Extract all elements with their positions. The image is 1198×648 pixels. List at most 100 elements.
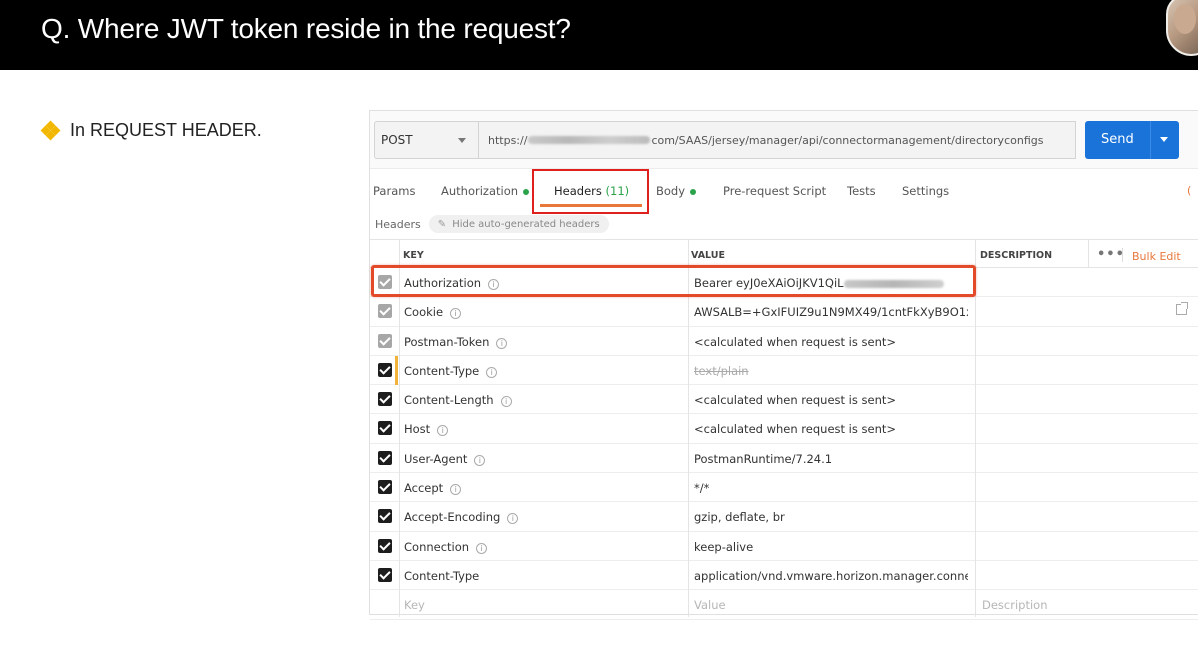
row-checkbox[interactable] — [378, 362, 392, 377]
send-options-chevron-icon[interactable] — [1160, 137, 1168, 142]
info-icon[interactable]: i — [496, 337, 508, 349]
value-input[interactable]: Value — [694, 598, 726, 612]
table-row: Cookie i AWSALB=+GxIFUIZ9u1N9MX49/1cntFkXy… — [370, 297, 1198, 327]
tab-pre-request-label: Pre-request Script — [723, 184, 827, 198]
header-value[interactable]: */* — [694, 481, 968, 495]
info-icon[interactable]: i — [474, 454, 486, 466]
header-value[interactable]: <calculated when request is sent> — [694, 422, 968, 436]
header-value-text: AWSALB=+GxIFUIZ9u1N9MX49/1cntFkXyB9O1xiN… — [694, 305, 968, 320]
info-icon[interactable]: i — [450, 308, 462, 320]
row-checkbox[interactable] — [378, 509, 392, 524]
tab-authorization[interactable]: Authorization — [441, 184, 530, 198]
headers-label: Headers — [375, 217, 421, 231]
header-key-text: Accept-Encoding — [404, 510, 501, 525]
header-key-text: Connection — [404, 539, 470, 554]
url-bar: POST https:// com/SAAS/jersey/manager/ap… — [370, 111, 1198, 169]
header-value-text: keep-alive — [694, 539, 754, 554]
header-key[interactable]: Content-Type i — [404, 363, 498, 378]
tab-body[interactable]: Body — [656, 184, 697, 198]
cookies-link-edge[interactable]: ( — [1187, 184, 1191, 197]
row-checkbox[interactable] — [378, 538, 392, 553]
header-value-text: gzip, deflate, br — [694, 510, 785, 525]
header-value[interactable]: gzip, deflate, br — [694, 510, 968, 524]
status-dot-icon — [690, 188, 697, 195]
url-input[interactable]: https:// com/SAAS/jersey/manager/api/con… — [478, 121, 1076, 159]
tab-params[interactable]: Params — [373, 184, 415, 198]
header-value-text: */* — [694, 481, 710, 496]
row-checkbox[interactable] — [378, 392, 392, 407]
header-key[interactable]: Host i — [404, 422, 449, 437]
description-input[interactable]: Description — [982, 598, 1048, 612]
info-icon[interactable]: i — [507, 513, 519, 525]
header-key[interactable]: Accept-Encoding i — [404, 510, 519, 525]
hide-auto-headers-toggle[interactable]: ✎ Hide auto-generated headers — [428, 215, 609, 233]
header-key[interactable]: Content-Length i — [404, 393, 512, 408]
header-key[interactable]: Content-Type — [404, 569, 479, 583]
header-value-text: <calculated when request is sent> — [694, 422, 897, 437]
url-path: com/SAAS/jersey/manager/api/connectorman… — [651, 133, 1044, 147]
header-key-text: Content-Length — [404, 393, 494, 408]
table-header-row: KEY VALUE DESCRIPTION ••• Bulk Edit — [370, 239, 1198, 268]
send-button[interactable]: Send — [1085, 121, 1179, 159]
more-options-icon[interactable]: ••• — [1097, 247, 1125, 262]
header-key-text: Content-Type — [404, 363, 480, 378]
header-key[interactable]: Connection i — [404, 539, 488, 554]
table-row: Content-Length i <calculated when request … — [370, 385, 1198, 415]
header-value[interactable]: application/vnd.vmware.horizon.manager.c… — [694, 569, 968, 583]
table-row: Content-Type i text/plain — [370, 355, 1198, 386]
table-row: Postman-Token i <calculated when request i… — [370, 327, 1198, 356]
tab-params-label: Params — [373, 184, 416, 198]
key-input[interactable]: Key — [404, 598, 425, 612]
header-key-text: Content-Type — [404, 568, 480, 583]
divider — [1088, 239, 1089, 268]
info-icon[interactable]: i — [500, 396, 512, 408]
header-value[interactable]: text/plain — [694, 364, 968, 378]
info-icon[interactable]: i — [450, 484, 462, 496]
col-description: DESCRIPTION — [980, 250, 1053, 261]
header-value[interactable]: keep-alive — [694, 540, 968, 554]
send-split-divider — [1150, 121, 1151, 159]
avatar-face — [1174, 4, 1196, 34]
row-checkbox[interactable] — [378, 450, 392, 465]
header-key[interactable]: Cookie i — [404, 305, 462, 320]
info-icon[interactable]: i — [437, 425, 449, 437]
eye-slash-icon: ✎ — [437, 218, 447, 230]
method-label: POST — [381, 133, 413, 147]
tab-tests-label: Tests — [847, 184, 876, 198]
header-key[interactable]: User-Agent i — [404, 452, 486, 466]
header-value-text: application/vnd.vmware.horizon.manager.c… — [694, 568, 968, 583]
header-value-text: <calculated when request is sent> — [694, 334, 897, 349]
tab-settings[interactable]: Settings — [902, 184, 949, 198]
method-select[interactable]: POST — [374, 121, 478, 159]
new-header-row: Key Value Description — [370, 590, 1198, 620]
header-key-text: Accept — [404, 481, 444, 496]
header-key[interactable]: Postman-Token i — [404, 334, 508, 349]
row-checkbox[interactable] — [378, 304, 392, 319]
row-checkbox[interactable] — [378, 421, 392, 436]
bullet-text: In REQUEST HEADER. — [70, 120, 262, 140]
header-value[interactable]: <calculated when request is sent> — [694, 393, 968, 407]
row-checkbox[interactable] — [378, 567, 392, 582]
tab-pre-request-script[interactable]: Pre-request Script — [723, 184, 826, 198]
slide-title-bar: Q. Where JWT token reside in the request… — [0, 0, 1198, 70]
info-icon[interactable]: i — [486, 366, 498, 378]
header-key[interactable]: Accept i — [404, 481, 462, 496]
table-row: User-Agent i PostmanRuntime/7.24.1 — [370, 444, 1198, 474]
headers-subheader: Headers ✎ Hide auto-generated headers — [370, 213, 1198, 235]
diamond-bullet-icon — [40, 120, 61, 140]
row-checkbox[interactable] — [378, 333, 392, 348]
header-value[interactable]: <calculated when request is sent> — [694, 335, 968, 349]
header-value[interactable]: PostmanRuntime/7.24.1 — [694, 452, 968, 466]
table-body: Authorization i Bearer eyJ0eXAiOiJKV1QiL Co… — [370, 268, 1198, 591]
external-link-icon[interactable] — [1176, 302, 1188, 316]
row-checkbox[interactable] — [378, 480, 392, 495]
tab-tests[interactable]: Tests — [847, 184, 876, 198]
bulk-edit-link[interactable]: Bulk Edit — [1132, 250, 1181, 263]
header-value[interactable]: AWSALB=+GxIFUIZ9u1N9MX49/1cntFkXyB9O1xiN… — [694, 305, 968, 319]
header-key-text: Postman-Token — [404, 334, 490, 349]
table-row: Accept-Encoding i gzip, deflate, br — [370, 502, 1198, 532]
info-icon[interactable]: i — [476, 542, 488, 554]
status-dot-icon — [523, 188, 530, 195]
tab-authorization-label: Authorization — [441, 184, 519, 198]
hide-auto-label: Hide auto-generated headers — [452, 218, 600, 230]
